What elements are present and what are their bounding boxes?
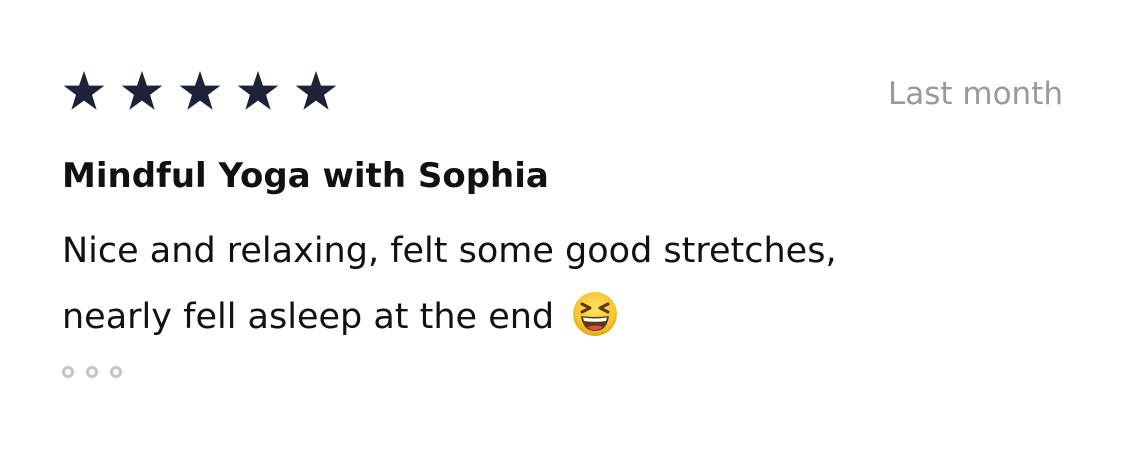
more-options-button[interactable]: [62, 366, 122, 378]
star-icon: [234, 68, 292, 118]
star-icon: [60, 68, 118, 118]
review-card: Last month Mindful Yoga with Sophia Nice…: [0, 0, 1125, 471]
ellipsis-dot-icon: [62, 366, 74, 378]
review-body-line-2: nearly fell asleep at the end: [62, 297, 555, 337]
star-icon: [118, 68, 176, 118]
ellipsis-dot-icon: [110, 366, 122, 378]
ellipsis-dot-icon: [86, 366, 98, 378]
review-body: Nice and relaxing, felt some good stretc…: [62, 218, 1022, 350]
star-rating: [60, 68, 350, 118]
review-date: Last month: [887, 76, 1063, 112]
grinning-squinting-face-icon: [571, 290, 619, 338]
star-icon: [292, 68, 350, 118]
review-title: Mindful Yoga with Sophia: [62, 156, 549, 196]
review-body-line-1: Nice and relaxing, felt some good stretc…: [62, 231, 837, 271]
star-icon: [176, 68, 234, 118]
